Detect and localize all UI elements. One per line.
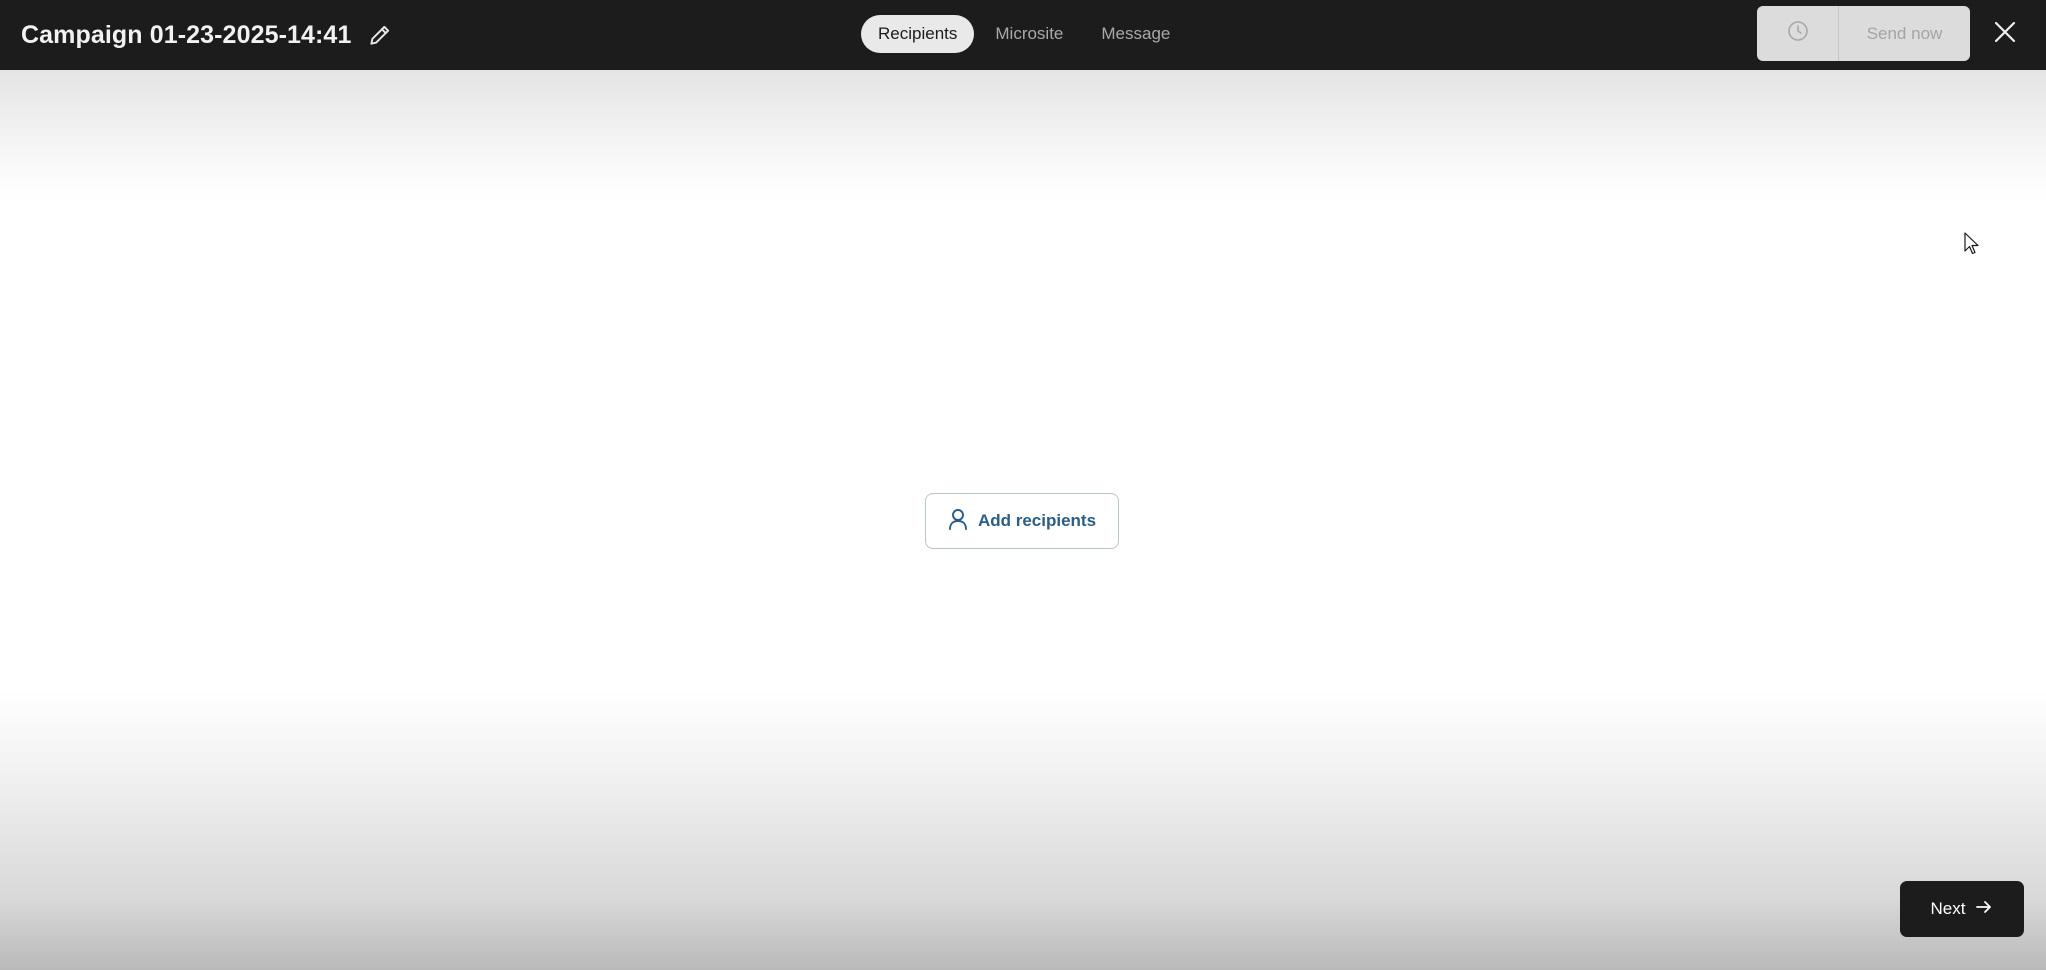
arrow-right-icon: [1975, 898, 1993, 921]
campaign-title-wrap: Campaign 01-23-2025-14:41: [21, 0, 393, 70]
main-content: Add recipients Next: [0, 70, 2046, 970]
tab-recipients[interactable]: Recipients: [861, 15, 975, 53]
next-button[interactable]: Next: [1900, 881, 2024, 937]
pencil-icon[interactable]: [367, 22, 393, 48]
schedule-button[interactable]: [1757, 6, 1839, 61]
close-button[interactable]: [1990, 16, 2020, 52]
add-recipients-label: Add recipients: [977, 511, 1097, 530]
add-recipients-button[interactable]: Add recipients: [925, 493, 1119, 549]
close-icon: [1993, 20, 2017, 49]
send-button-group: Send now: [1757, 6, 1970, 61]
user-icon: [948, 508, 968, 535]
send-now-button[interactable]: Send now: [1839, 6, 1970, 61]
next-label: Next: [1930, 899, 1966, 918]
top-bar: Campaign 01-23-2025-14:41 Recipients Mic…: [0, 0, 2046, 70]
mouse-pointer-icon: [1964, 232, 1980, 256]
campaign-title: Campaign 01-23-2025-14:41: [21, 20, 352, 49]
step-tabs: Recipients Microsite Message: [861, 15, 1187, 53]
tab-microsite[interactable]: Microsite: [978, 15, 1080, 53]
tab-message[interactable]: Message: [1084, 15, 1187, 53]
clock-icon: [1786, 19, 1810, 48]
